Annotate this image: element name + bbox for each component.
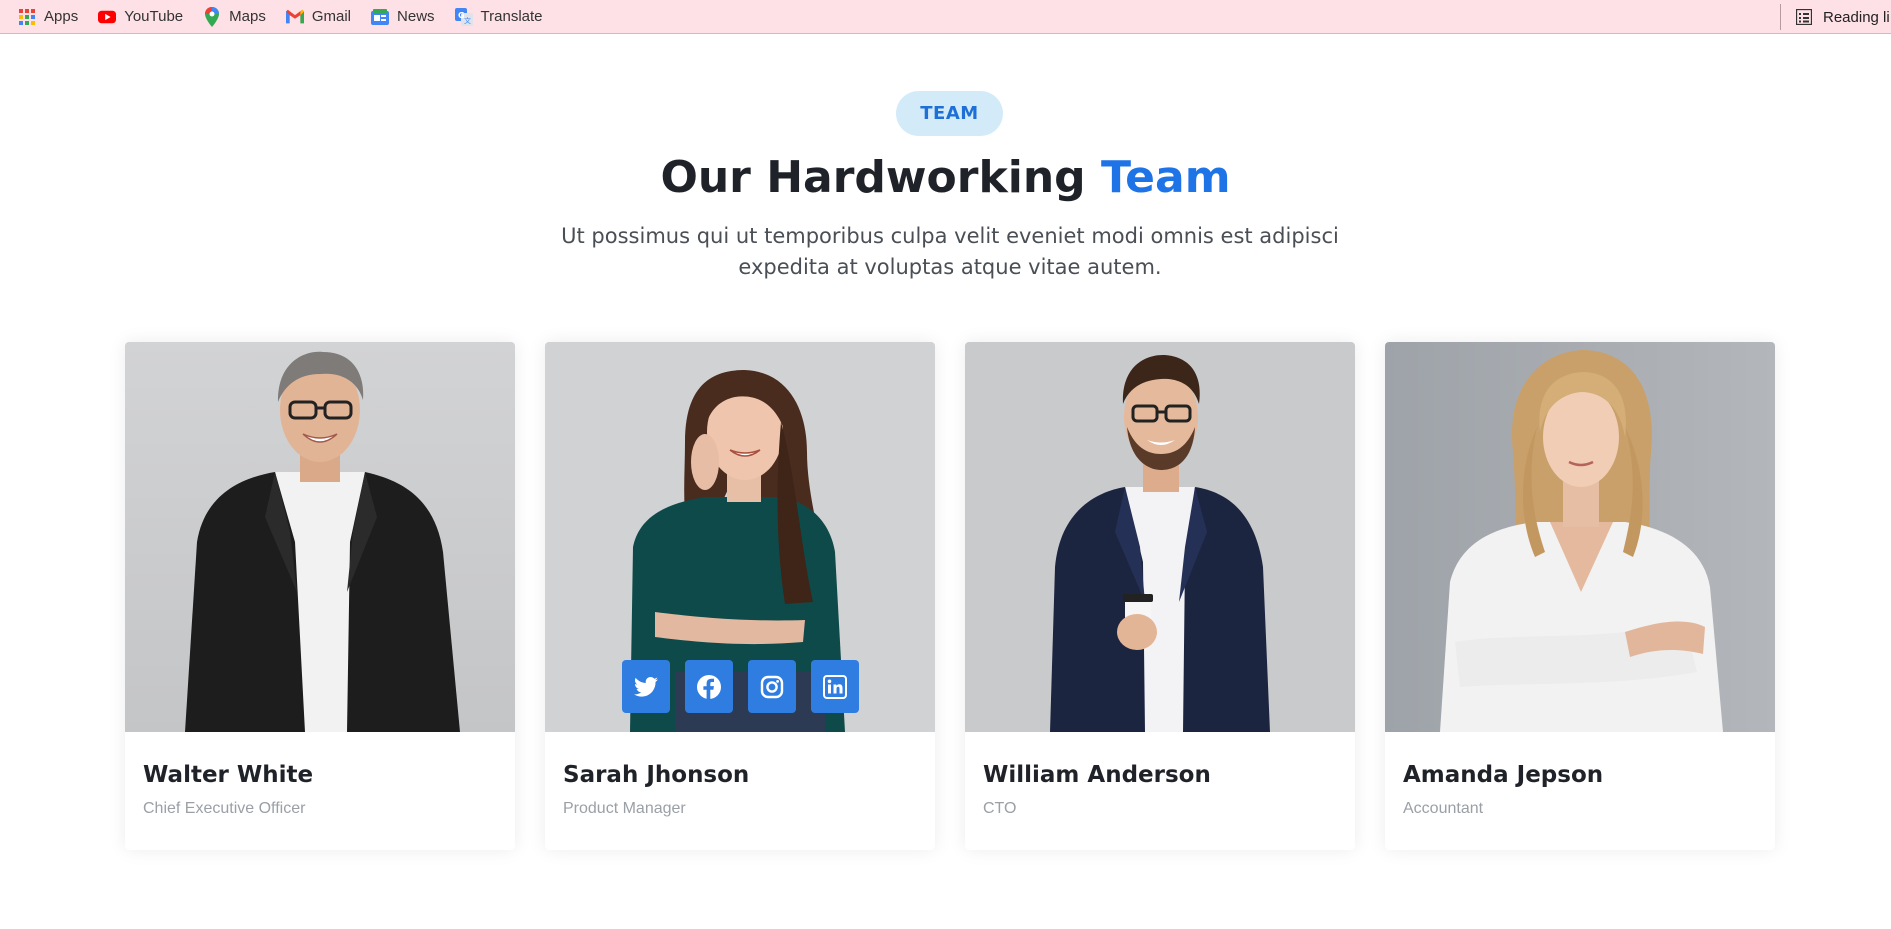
member-photo <box>965 342 1355 732</box>
title-accent: Team <box>1100 152 1231 203</box>
reading-list-button[interactable]: Reading li <box>1780 4 1891 30</box>
gmail-icon <box>285 8 304 26</box>
translate-icon: G文 <box>454 7 473 26</box>
svg-text:文: 文 <box>464 16 471 25</box>
team-card: Sarah Jhonson Product Manager <box>545 342 935 850</box>
section-badge: TEAM <box>896 91 1003 136</box>
member-name: Amanda Jepson <box>1403 762 1604 788</box>
bookmark-maps[interactable]: Maps <box>193 0 276 33</box>
team-card: Amanda Jepson Accountant <box>1385 342 1775 850</box>
bookmark-apps[interactable]: Apps <box>0 0 88 33</box>
instagram-icon[interactable] <box>747 660 796 713</box>
news-icon <box>371 8 390 26</box>
reading-list-icon <box>1795 8 1813 26</box>
title-main: Our Hardworking <box>660 152 1086 203</box>
youtube-icon <box>98 8 117 26</box>
bookmark-news[interactable]: News <box>361 0 445 33</box>
twitter-icon[interactable] <box>621 660 670 713</box>
team-card: William Anderson CTO <box>965 342 1355 850</box>
member-name: Sarah Jhonson <box>563 762 750 788</box>
bookmark-label: Translate <box>480 8 543 25</box>
bookmark-label: Maps <box>229 8 266 25</box>
member-photo <box>1385 342 1775 732</box>
member-name: William Anderson <box>983 762 1211 788</box>
bookmarks-bar: Apps YouTube Maps Gmail News G文 Translat… <box>0 0 1891 34</box>
maps-pin-icon <box>203 6 221 27</box>
bookmark-label: Apps <box>44 8 79 25</box>
member-name: Walter White <box>143 762 314 788</box>
bookmark-label: Gmail <box>311 8 352 25</box>
apps-grid-icon <box>18 8 36 26</box>
member-role: Chief Executive Officer <box>143 800 306 817</box>
section-subtitle: Ut possimus qui ut temporibus culpa veli… <box>561 224 1339 279</box>
bookmark-gmail[interactable]: Gmail <box>276 0 361 33</box>
bookmark-youtube[interactable]: YouTube <box>88 0 193 33</box>
bookmark-label: News <box>397 8 435 25</box>
reading-list-label: Reading li <box>1823 8 1890 26</box>
member-role: CTO <box>983 800 1017 817</box>
member-photo <box>125 342 515 732</box>
member-role: Accountant <box>1403 800 1484 817</box>
linkedin-icon[interactable] <box>810 660 859 713</box>
bookmark-translate[interactable]: G文 Translate <box>445 0 553 33</box>
section-title: Our Hardworking Team <box>0 152 1891 203</box>
bookmark-label: YouTube <box>124 8 184 25</box>
team-card: Walter White Chief Executive Officer <box>125 342 515 850</box>
social-links <box>545 660 935 713</box>
member-role: Product Manager <box>563 800 686 817</box>
member-photo <box>545 342 935 732</box>
facebook-icon[interactable] <box>684 660 733 713</box>
